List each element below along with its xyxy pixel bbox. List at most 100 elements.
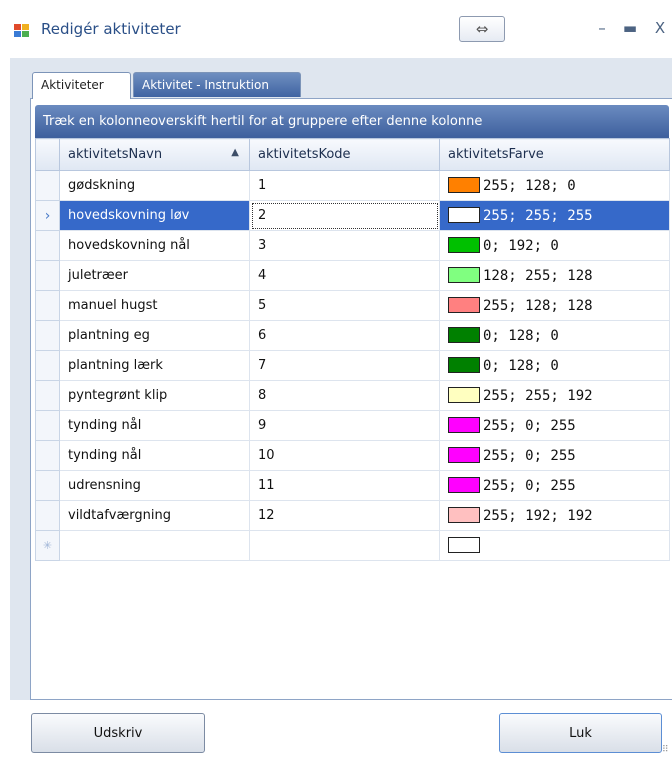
cell-activity-name[interactable]: pyntegrønt klip [59,380,250,411]
activities-grid: aktivitetsNavn ▲ aktivitetsKode aktivite… [35,138,670,561]
close-window-button[interactable]: X [650,20,670,36]
color-swatch [448,476,480,493]
sort-ascending-icon: ▲ [231,147,239,158]
color-value: 255; 128; 0 [483,177,576,194]
row-indicator[interactable] [35,380,60,411]
row-indicator[interactable] [35,500,60,531]
row-indicator[interactable] [35,350,60,381]
table-row[interactable]: udrensning 11 255; 0; 255 [35,470,670,501]
column-header-aktivitetsfarve[interactable]: aktivitetsFarve [439,138,670,171]
cell-activity-code[interactable]: 7 [249,350,440,381]
current-row-indicator-icon[interactable]: › [35,200,60,231]
cell-activity-name[interactable]: manuel hugst [59,290,250,321]
cell-activity-color[interactable]: 255; 128; 0 [439,170,670,201]
cell-activity-color[interactable]: 255; 0; 255 [439,440,670,471]
new-row-color-cell[interactable] [439,530,670,561]
cell-activity-color[interactable]: 255; 255; 192 [439,380,670,411]
cell-activity-color[interactable]: 128; 255; 128 [439,260,670,291]
row-indicator[interactable] [35,260,60,291]
new-row[interactable]: ✳ [35,530,670,561]
cell-activity-color[interactable]: 0; 128; 0 [439,350,670,381]
cell-activity-code[interactable]: 8 [249,380,440,411]
color-swatch [448,266,480,283]
column-header-label: aktivitetsNavn [68,147,163,162]
color-value: 0; 128; 0 [483,357,559,374]
table-row[interactable]: pyntegrønt klip 8 255; 255; 192 [35,380,670,411]
swap-icon[interactable]: ⇔ [459,16,505,42]
color-value: 255; 128; 128 [483,297,593,314]
row-indicator[interactable] [35,230,60,261]
cell-activity-color[interactable]: 255; 0; 255 [439,470,670,501]
column-header-aktivitetskode[interactable]: aktivitetsKode [249,138,440,171]
cell-activity-code[interactable]: 9 [249,410,440,441]
cell-activity-name[interactable]: plantning eg [59,320,250,351]
cell-activity-code[interactable]: 12 [249,500,440,531]
cell-activity-code[interactable]: 11 [249,470,440,501]
table-row[interactable]: gødskning 1 255; 128; 0 [35,170,670,201]
table-row[interactable]: hovedskovning nål 3 0; 192; 0 [35,230,670,261]
group-by-panel[interactable]: Træk en kolonneoverskift hertil for at g… [35,105,669,138]
row-indicator[interactable] [35,470,60,501]
close-button[interactable]: Luk [499,713,662,753]
color-value: 255; 255; 192 [483,387,593,404]
cell-activity-name[interactable]: juletræer [59,260,250,291]
cell-activity-color[interactable]: 0; 192; 0 [439,230,670,261]
cell-activity-name[interactable]: plantning lærk [59,350,250,381]
row-indicator[interactable] [35,320,60,351]
cell-activity-name[interactable]: udrensning [59,470,250,501]
cell-activity-color[interactable]: 0; 128; 0 [439,320,670,351]
cell-activity-code[interactable]: 2 [249,200,440,231]
color-value: 255; 192; 192 [483,507,593,524]
color-value: 128; 255; 128 [483,267,593,284]
cell-activity-name[interactable]: hovedskovning løv [59,200,250,231]
resize-grip-icon[interactable]: ⠿ [662,746,672,760]
cell-activity-code[interactable]: 5 [249,290,440,321]
column-header-label: aktivitetsKode [258,147,351,162]
new-row-code-cell[interactable] [249,530,440,561]
table-row[interactable]: manuel hugst 5 255; 128; 128 [35,290,670,321]
print-button[interactable]: Udskriv [31,713,205,753]
cell-activity-code[interactable]: 1 [249,170,440,201]
row-indicator[interactable] [35,170,60,201]
grid-body: gødskning 1 255; 128; 0 › hovedskovning løv 2… [35,170,670,561]
color-swatch [448,386,480,403]
table-row[interactable]: tynding nål 9 255; 0; 255 [35,410,670,441]
cell-activity-code[interactable]: 6 [249,320,440,351]
cell-activity-color[interactable]: 255; 128; 128 [439,290,670,321]
color-swatch [448,416,480,433]
minimize-button[interactable]: – [592,20,612,36]
cell-activity-color[interactable]: 255; 0; 255 [439,410,670,441]
color-swatch [448,446,480,463]
cell-activity-color[interactable]: 255; 192; 192 [439,500,670,531]
cell-activity-name[interactable]: vildtafværgning [59,500,250,531]
column-header-aktivitetsnavn[interactable]: aktivitetsNavn ▲ [59,138,250,171]
row-indicator[interactable] [35,440,60,471]
row-indicator[interactable] [35,290,60,321]
cell-activity-name[interactable]: tynding nål [59,440,250,471]
cell-activity-code[interactable]: 10 [249,440,440,471]
new-row-icon[interactable]: ✳ [35,530,60,561]
table-row[interactable]: juletræer 4 128; 255; 128 [35,260,670,291]
cell-activity-color[interactable]: 255; 255; 255 [439,200,670,231]
table-row[interactable]: plantning lærk 7 0; 128; 0 [35,350,670,381]
color-value: 255; 255; 255 [483,207,593,224]
cell-activity-name[interactable]: gødskning [59,170,250,201]
cell-activity-name[interactable]: hovedskovning nål [59,230,250,261]
color-swatch [448,506,480,523]
row-indicator[interactable] [35,410,60,441]
tab-aktiviteter[interactable]: Aktiviteter [32,72,131,99]
table-row[interactable]: vildtafværgning 12 255; 192; 192 [35,500,670,531]
table-row[interactable]: tynding nål 10 255; 0; 255 [35,440,670,471]
table-row[interactable]: plantning eg 6 0; 128; 0 [35,320,670,351]
color-swatch [448,236,480,253]
color-value: 0; 128; 0 [483,327,559,344]
new-row-name-cell[interactable] [59,530,250,561]
color-value: 255; 0; 255 [483,447,576,464]
tab-aktivitet-instruktion[interactable]: Aktivitet - Instruktion [133,72,301,97]
cell-activity-name[interactable]: tynding nål [59,410,250,441]
column-header-label: aktivitetsFarve [448,147,544,162]
cell-activity-code[interactable]: 3 [249,230,440,261]
maximize-button[interactable]: ▬ [620,20,640,36]
cell-activity-code[interactable]: 4 [249,260,440,291]
table-row[interactable]: › hovedskovning løv 2 255; 255; 255 [35,200,670,231]
